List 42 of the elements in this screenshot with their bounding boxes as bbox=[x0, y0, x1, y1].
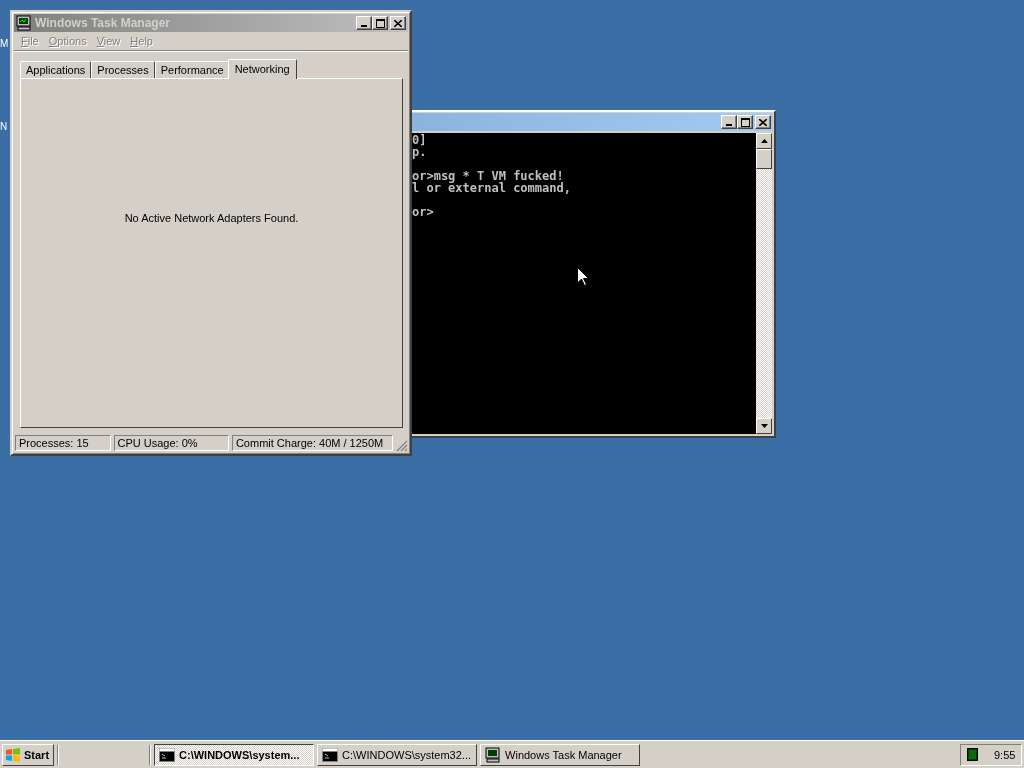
console-line: 0] bbox=[412, 133, 427, 147]
minimize-button[interactable] bbox=[356, 16, 372, 30]
desktop-icon-label[interactable]: N bbox=[0, 121, 8, 133]
window-title: Windows Task Manager bbox=[35, 16, 171, 30]
maximize-button[interactable] bbox=[372, 16, 388, 30]
console-line: p. bbox=[412, 145, 427, 159]
resize-grip-icon bbox=[396, 440, 408, 452]
maximize-icon bbox=[375, 18, 385, 28]
windows-flag-icon bbox=[5, 747, 21, 762]
cpu-meter-icon[interactable] bbox=[967, 748, 978, 761]
status-message: No Active Network Adapters Found. bbox=[124, 212, 299, 226]
taskbar-button[interactable]: C:\WINDOWS\system... bbox=[154, 743, 315, 766]
scrollbar[interactable] bbox=[756, 133, 772, 434]
tab[interactable]: Applications bbox=[20, 61, 92, 78]
taskbar-button[interactable]: Windows Task Manager bbox=[480, 743, 641, 766]
close-icon bbox=[394, 19, 402, 27]
monitor-icon bbox=[485, 746, 502, 763]
mouse-pointer-icon bbox=[577, 267, 589, 286]
minimize-button[interactable] bbox=[721, 115, 737, 129]
start-button[interactable]: Start bbox=[2, 743, 55, 766]
scrollbar-thumb[interactable] bbox=[756, 149, 772, 169]
console-icon bbox=[322, 747, 339, 762]
tab[interactable]: Processes bbox=[91, 61, 155, 78]
console-line: l or external command, bbox=[412, 181, 571, 195]
desktop-icon-label[interactable]: M bbox=[0, 38, 9, 50]
status-bar-field: Processes: 15 bbox=[15, 435, 111, 451]
maximize-button[interactable] bbox=[737, 115, 753, 129]
console-icon bbox=[159, 747, 176, 762]
down-arrow-icon bbox=[760, 424, 768, 428]
clock: 9:55 bbox=[994, 748, 1016, 761]
taskbar-button[interactable]: C:\WINDOWS\system32... bbox=[317, 743, 478, 766]
close-button[interactable] bbox=[755, 115, 771, 129]
status-bar-field: Commit Charge: 40M / 1250M bbox=[231, 435, 394, 451]
monitor-icon bbox=[16, 15, 32, 31]
tab[interactable]: Networking bbox=[227, 59, 297, 79]
close-button[interactable] bbox=[390, 16, 406, 30]
console-line: or>msg * T VM fucked! bbox=[412, 169, 564, 183]
status-bar-field: CPU Usage: 0% bbox=[113, 435, 229, 451]
console-line: or> bbox=[412, 205, 434, 219]
maximize-icon bbox=[740, 117, 750, 127]
close-icon bbox=[759, 118, 767, 126]
up-arrow-icon bbox=[760, 139, 768, 143]
